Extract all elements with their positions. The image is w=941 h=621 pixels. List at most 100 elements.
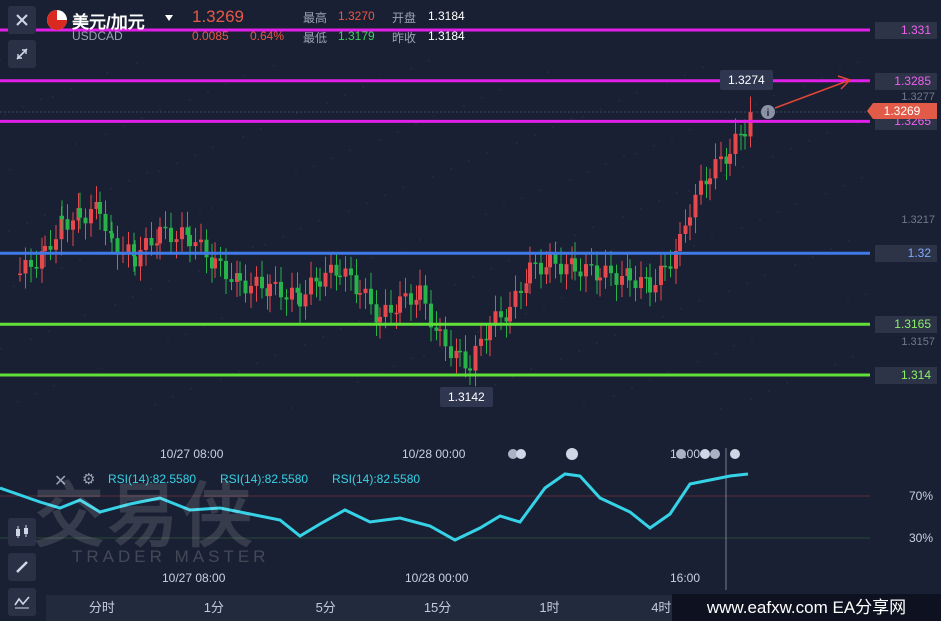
pencil-icon	[16, 561, 28, 573]
candle-body	[323, 272, 328, 287]
candle-body	[733, 133, 738, 154]
candle-body	[544, 267, 549, 275]
candle-body	[499, 311, 503, 318]
candle-body	[578, 271, 583, 277]
candle-body	[158, 226, 162, 244]
candle-body	[144, 237, 148, 250]
candle-body	[318, 281, 322, 287]
watermark-brand-sub: TRADER MASTER	[72, 547, 270, 566]
candle-body	[398, 296, 402, 313]
candle-body	[23, 260, 28, 274]
flag-icon	[47, 10, 67, 30]
candle-body	[334, 264, 339, 276]
candle-body	[559, 263, 563, 275]
draw-button[interactable]	[8, 553, 36, 581]
candle-body	[728, 153, 732, 164]
high-value: 1.3270	[338, 9, 375, 23]
tab-tick[interactable]: 分时	[46, 595, 158, 621]
candle-body	[34, 266, 39, 269]
tab-5m[interactable]: 5分	[270, 595, 382, 621]
candle-body	[648, 277, 652, 293]
candle-body	[508, 306, 512, 322]
price-chart[interactable]: i	[0, 0, 941, 440]
candle-body	[18, 273, 22, 276]
candle-icon	[16, 525, 28, 538]
low-label: 最低	[303, 31, 328, 45]
candle-body	[394, 312, 399, 315]
candle-body	[403, 293, 408, 297]
candle-body	[389, 304, 393, 313]
candle-body	[748, 112, 753, 137]
candle-body	[29, 260, 33, 267]
candle-body	[103, 213, 108, 232]
candle-body	[83, 217, 88, 224]
candle-body	[473, 345, 478, 371]
candle-body	[513, 290, 518, 307]
rsi-label-3: RSI(14):82.5580	[332, 472, 421, 486]
candle-body	[533, 262, 538, 264]
line-tool-button[interactable]	[8, 588, 36, 616]
candle-body	[254, 276, 259, 286]
close-button[interactable]	[8, 6, 36, 34]
candle-body	[338, 275, 342, 278]
candle-body	[98, 201, 102, 214]
candle-body	[528, 262, 532, 284]
price-change: 0.0085	[192, 29, 229, 43]
candle-body	[589, 264, 594, 266]
candle-body	[249, 285, 253, 294]
candle-body	[48, 245, 53, 250]
candle-body	[65, 219, 70, 230]
candle-body	[539, 262, 543, 275]
candle-body	[699, 180, 703, 195]
tab-15m[interactable]: 15分	[382, 595, 494, 621]
candle-body	[243, 280, 248, 294]
candle-body	[708, 178, 712, 185]
candle-body	[180, 227, 184, 240]
candle-body	[524, 283, 529, 293]
candle-body	[188, 234, 192, 247]
candle-body	[463, 351, 468, 369]
level-tag-5: 1.314	[875, 367, 937, 384]
candle-body	[155, 243, 159, 246]
candle-body	[504, 317, 509, 322]
rsi-level-30: 30%	[908, 531, 933, 545]
candle-body	[668, 266, 673, 269]
level-tag-1: 1.3285	[875, 72, 937, 90]
candle-body	[653, 284, 658, 293]
candle-body	[663, 265, 667, 268]
candle-body	[598, 277, 602, 281]
price-change-pct: 0.64%	[250, 29, 285, 43]
chevron-down-icon[interactable]	[165, 15, 173, 21]
candle-body	[298, 292, 302, 307]
candle-body	[468, 368, 472, 371]
candle-body	[639, 277, 643, 289]
indicator-button[interactable]	[8, 518, 36, 546]
candle-body	[199, 239, 203, 243]
candle-body	[89, 208, 93, 224]
tab-1m[interactable]: 1分	[158, 595, 270, 621]
rsi-time-label-2: 10/28 00:00	[405, 571, 469, 585]
candle-body	[218, 258, 223, 261]
candle-body	[284, 297, 289, 300]
candle-body	[739, 133, 743, 136]
axis-price-2: 1.3217	[901, 214, 935, 226]
collapse-button[interactable]	[8, 40, 36, 68]
candle-body	[438, 329, 442, 331]
candle-body	[314, 277, 319, 282]
wave-icon	[14, 596, 30, 609]
candle-body	[693, 194, 698, 218]
candle-body	[71, 220, 75, 230]
candle-body	[443, 329, 448, 347]
candle-body	[224, 260, 228, 280]
rsi-level-70: 70%	[908, 489, 933, 503]
candle-body	[603, 265, 608, 278]
candle-body	[409, 293, 413, 305]
tab-1h[interactable]: 1时	[494, 595, 606, 621]
candle-body	[644, 277, 649, 279]
low-marker: 1.3142	[440, 387, 493, 407]
candle-body	[659, 265, 663, 285]
candle-body	[295, 287, 300, 293]
candle-body	[414, 299, 419, 305]
candle-body	[358, 293, 362, 295]
candle-body	[78, 208, 82, 218]
